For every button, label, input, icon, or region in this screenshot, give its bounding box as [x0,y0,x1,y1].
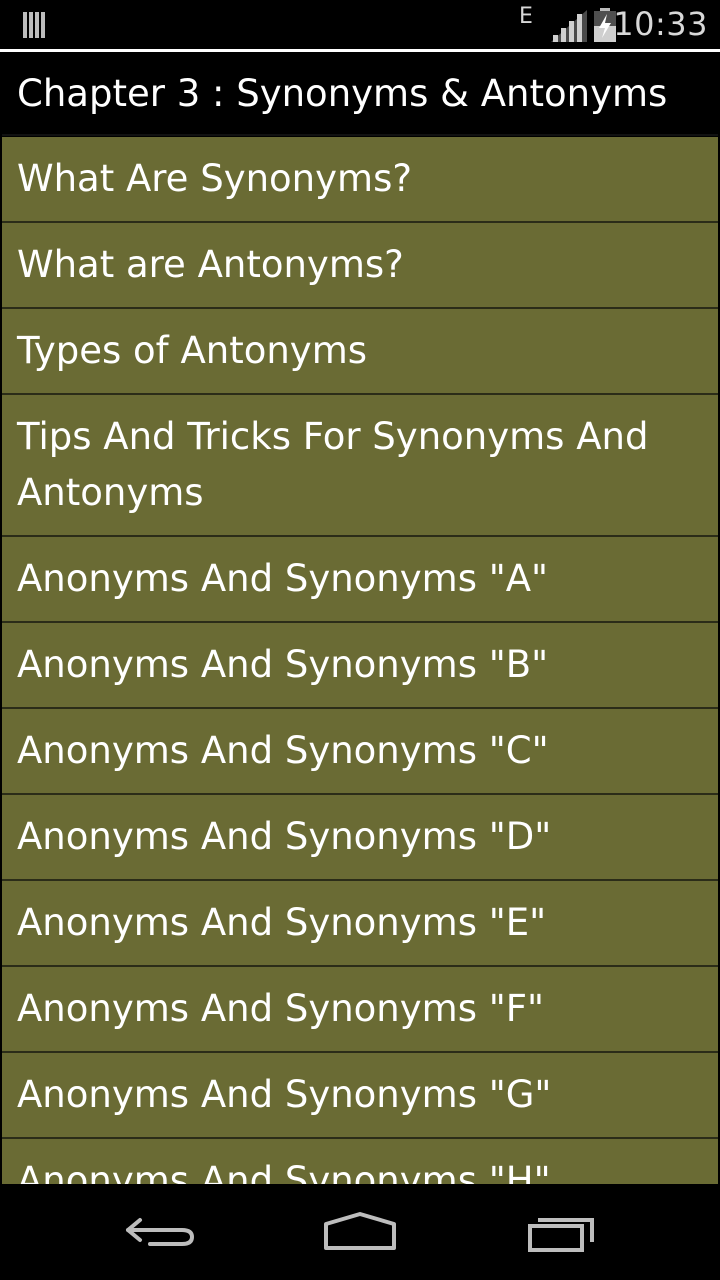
network-type-label: E [519,4,533,29]
list-item[interactable]: Anonyms And Synonyms "E" [2,881,718,967]
list-item[interactable]: Anonyms And Synonyms "H" [2,1139,718,1184]
list-item[interactable]: Types of Antonyms [2,309,718,395]
list-item[interactable]: Anonyms And Synonyms "C" [2,709,718,795]
page-title: Chapter 3 : Synonyms & Antonyms [17,72,668,115]
list-item[interactable]: Anonyms And Synonyms "G" [2,1053,718,1139]
status-bar: E 10:33 [0,0,720,52]
home-icon[interactable] [320,1206,400,1256]
notification-icon [23,12,45,38]
list-item[interactable]: Anonyms And Synonyms "A" [2,537,718,623]
list-item[interactable]: What are Antonyms? [2,223,718,309]
signal-icon [551,10,587,42]
topic-list[interactable]: What Are Synonyms? What are Antonyms? Ty… [2,137,718,1184]
back-icon[interactable] [120,1206,200,1256]
clock-time: 10:33 [613,5,708,43]
recents-icon[interactable] [522,1206,602,1256]
list-item[interactable]: Anonyms And Synonyms "F" [2,967,718,1053]
navigation-bar [0,1184,720,1280]
list-item[interactable]: Anonyms And Synonyms "B" [2,623,718,709]
list-item[interactable]: What Are Synonyms? [2,137,718,223]
list-item[interactable]: Anonyms And Synonyms "D" [2,795,718,881]
chapter-header: Chapter 3 : Synonyms & Antonyms [2,52,718,136]
list-item[interactable]: Tips And Tricks For Synonyms And Antonym… [2,395,718,537]
